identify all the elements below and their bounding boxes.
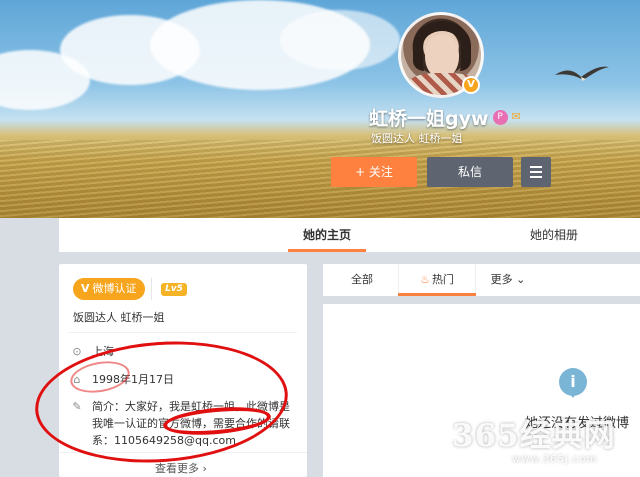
profile-tabs: 她的主页 她的相册: [59, 218, 640, 252]
active-tab-indicator: [288, 249, 366, 252]
active-filter-indicator: [398, 293, 476, 296]
info-icon: i: [559, 368, 587, 398]
flame-icon: ♨: [420, 273, 430, 286]
follow-button[interactable]: + 关注: [331, 157, 417, 187]
watermark-logo: 365经典网: [452, 418, 616, 454]
view-more-link[interactable]: 查看更多 ›: [155, 460, 207, 476]
verified-icon: V: [462, 76, 480, 94]
tab-home[interactable]: 她的主页: [300, 218, 354, 252]
weibo-verified-badge[interactable]: V 微博认证: [73, 278, 145, 300]
level-badge[interactable]: Lv5: [161, 283, 187, 296]
watermark-url: www.365J.com: [512, 454, 598, 465]
verified-v-icon: V: [81, 282, 90, 295]
filter-all[interactable]: 全部: [337, 264, 387, 296]
filter-hot[interactable]: ♨ 热门: [398, 264, 476, 296]
tab-album[interactable]: 她的相册: [529, 218, 579, 252]
divider: [69, 332, 297, 333]
feed-filter-bar: 全部 ♨ 热门 更多 ⌄: [323, 264, 640, 296]
username: 虹桥一姐gyw: [369, 107, 489, 130]
menu-icon[interactable]: [521, 157, 551, 187]
verified-label: 微博认证: [92, 282, 137, 295]
filter-more[interactable]: 更多 ⌄: [483, 264, 533, 296]
username-row: 虹桥一姐gyw P ✉: [369, 104, 528, 130]
profile-subtitle: 饭圆达人 虹桥一姐: [371, 132, 463, 145]
group-badge-icon[interactable]: ✉: [512, 110, 528, 124]
member-badge-icon[interactable]: P: [492, 109, 508, 125]
site-watermark: 365经典网 www.365J.com: [452, 418, 616, 466]
certification-text: 饭圆达人 虹桥一姐: [73, 311, 165, 324]
bird-icon: [555, 66, 609, 81]
filter-hot-label: 热门: [431, 273, 454, 286]
cloud: [280, 10, 400, 70]
location-icon: ⊙: [72, 345, 82, 358]
message-button[interactable]: 私信: [427, 157, 513, 187]
divider: [151, 278, 152, 300]
